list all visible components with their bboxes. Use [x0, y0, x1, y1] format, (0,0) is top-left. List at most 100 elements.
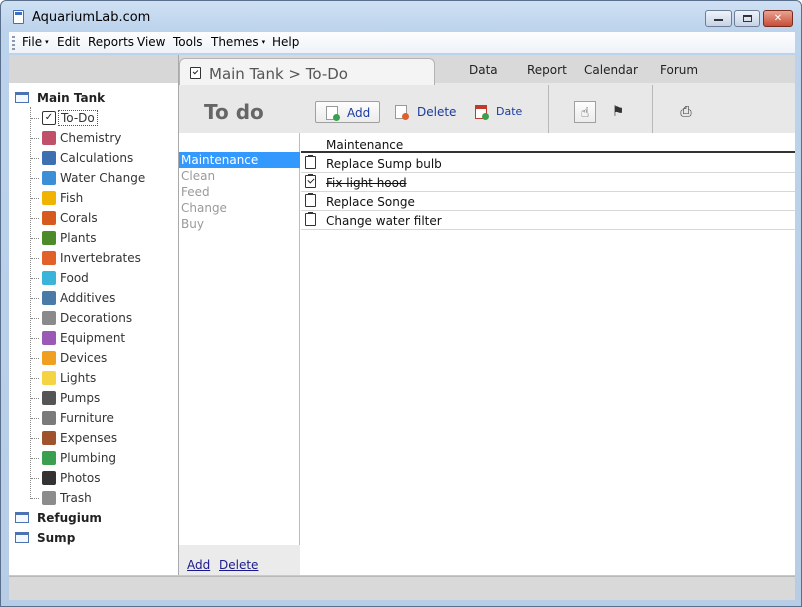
sidebar-item-chemistry[interactable]: Chemistry [31, 128, 171, 148]
tree-connector [31, 358, 39, 359]
add-button[interactable]: Add [315, 101, 380, 123]
sidebar-tree: Main Tank ✓ To-Do Chemistry Calculations Wat… [9, 55, 179, 575]
table-row[interactable]: Change water filter [301, 211, 795, 230]
sidebar-item-equipment[interactable]: Equipment [31, 328, 171, 348]
tank-icon [15, 92, 29, 103]
tree-connector [31, 278, 39, 279]
date-button[interactable]: Date [465, 101, 525, 123]
tab-main-tank-todo[interactable]: Main Tank > To-Do [179, 58, 435, 85]
table-row[interactable]: Fix light hood [301, 173, 795, 192]
app-window: AquariumLab.com ✕ File ▾ Edit Reports Vie… [0, 0, 802, 607]
toolbar-separator [652, 85, 653, 133]
sidebar-item-corals[interactable]: Corals [31, 208, 171, 228]
print-button[interactable]: ⎙ [675, 101, 697, 123]
tab-report[interactable]: Report [527, 63, 567, 77]
minimize-icon [714, 19, 723, 21]
sidebar-item-lights[interactable]: Lights [31, 368, 171, 388]
camera-icon [42, 471, 56, 485]
clipboard-icon[interactable] [305, 212, 316, 226]
menu-reports[interactable]: Reports [88, 35, 134, 49]
lightning-icon [42, 351, 56, 365]
sidebar-item-plumbing[interactable]: Plumbing [31, 448, 171, 468]
hand-flag-icon: ⚑ [611, 104, 625, 120]
water-change-icon [42, 171, 56, 185]
hand-flag-button[interactable]: ⚑ [607, 101, 629, 123]
category-item-feed[interactable]: Feed [179, 184, 300, 200]
category-footer: Add Delete [179, 545, 300, 575]
menu-view[interactable]: View [137, 35, 165, 49]
sidebar-item-trash[interactable]: Trash [31, 488, 171, 508]
delete-category-link[interactable]: Delete [219, 558, 258, 572]
tree-connector [31, 378, 39, 379]
tree-connector [31, 258, 39, 259]
todo-text: Replace Songe [326, 195, 415, 209]
sidebar-item-photos[interactable]: Photos [31, 468, 171, 488]
plus-badge-icon [482, 113, 489, 120]
todo-text: Replace Sump bulb [326, 157, 442, 171]
tree-connector [31, 498, 39, 499]
sidebar-item-invertebrates[interactable]: Invertebrates [31, 248, 171, 268]
sidebar-item-water-change[interactable]: Water Change [31, 168, 171, 188]
menu-help[interactable]: Help [272, 35, 299, 49]
tab-forum[interactable]: Forum [660, 63, 698, 77]
lightbulb-icon [42, 371, 56, 385]
tree-connector [31, 418, 39, 419]
category-item-maintenance[interactable]: Maintenance [179, 152, 300, 168]
plus-badge-icon [333, 114, 340, 121]
add-category-link[interactable]: Add [187, 558, 210, 572]
todo-text: Fix light hood [326, 176, 407, 190]
tree-connector [31, 458, 39, 459]
tank-icon [15, 512, 29, 523]
tab-data[interactable]: Data [469, 63, 498, 77]
hand-pointer-button[interactable]: ☝ [574, 101, 596, 123]
menu-edit[interactable]: Edit [57, 35, 80, 49]
delete-button[interactable]: Delete [385, 101, 465, 123]
tab-calendar[interactable]: Calendar [584, 63, 638, 77]
category-item-change[interactable]: Change [179, 200, 300, 216]
sidebar-item-fish[interactable]: Fish [31, 188, 171, 208]
checked-clipboard-icon[interactable] [305, 174, 316, 188]
sidebar-item-plants[interactable]: Plants [31, 228, 171, 248]
calculator-icon [42, 151, 56, 165]
sidebar-item-food[interactable]: Food [31, 268, 171, 288]
menu-tools[interactable]: Tools [173, 35, 203, 49]
toolbar-separator [548, 85, 549, 133]
menu-file[interactable]: File ▾ [22, 35, 49, 49]
menu-themes[interactable]: Themes ▾ [211, 35, 265, 49]
sidebar-item-calculations[interactable]: Calculations [31, 148, 171, 168]
close-icon: ✕ [773, 13, 783, 24]
sidebar-item-furniture[interactable]: Furniture [31, 408, 171, 428]
tree-connector [31, 158, 39, 159]
sidebar-item-expenses[interactable]: Expenses [31, 428, 171, 448]
sidebar-item-devices[interactable]: Devices [31, 348, 171, 368]
category-item-clean[interactable]: Clean [179, 168, 300, 184]
clipboard-icon[interactable] [305, 193, 316, 207]
clipboard-icon[interactable] [305, 155, 316, 169]
tree-connector [31, 298, 39, 299]
title-bar[interactable]: AquariumLab.com ✕ [1, 1, 801, 31]
close-button[interactable]: ✕ [763, 10, 793, 27]
status-bar [9, 576, 795, 600]
sidebar-item-pumps[interactable]: Pumps [31, 388, 171, 408]
menu-grip-icon [12, 36, 15, 50]
category-list: Maintenance Clean Feed Change Buy Add Delete [179, 133, 300, 575]
tree-connector [31, 198, 39, 199]
table-row[interactable]: Replace Sump bulb [301, 154, 795, 173]
tree-connector [31, 438, 39, 439]
todo-grid: Maintenance Replace Sump bulb Fix light h… [301, 133, 795, 575]
sidebar-item-decorations[interactable]: Decorations [31, 308, 171, 328]
maximize-button[interactable] [734, 10, 760, 27]
grid-column-header[interactable]: Maintenance [301, 135, 795, 153]
todo-text: Change water filter [326, 214, 442, 228]
fish-icon [42, 191, 56, 205]
minimize-button[interactable] [705, 10, 732, 27]
tank-icon [15, 532, 29, 543]
tree-connector [31, 398, 39, 399]
window-title: AquariumLab.com [32, 10, 151, 25]
chevron-down-icon: ▾ [261, 38, 266, 46]
category-item-buy[interactable]: Buy [179, 216, 300, 232]
table-row[interactable]: Replace Songe [301, 192, 795, 211]
sidebar-item-additives[interactable]: Additives [31, 288, 171, 308]
sidebar-item-to-do[interactable]: ✓ To-Do [31, 108, 171, 128]
checklist-icon [190, 67, 201, 79]
